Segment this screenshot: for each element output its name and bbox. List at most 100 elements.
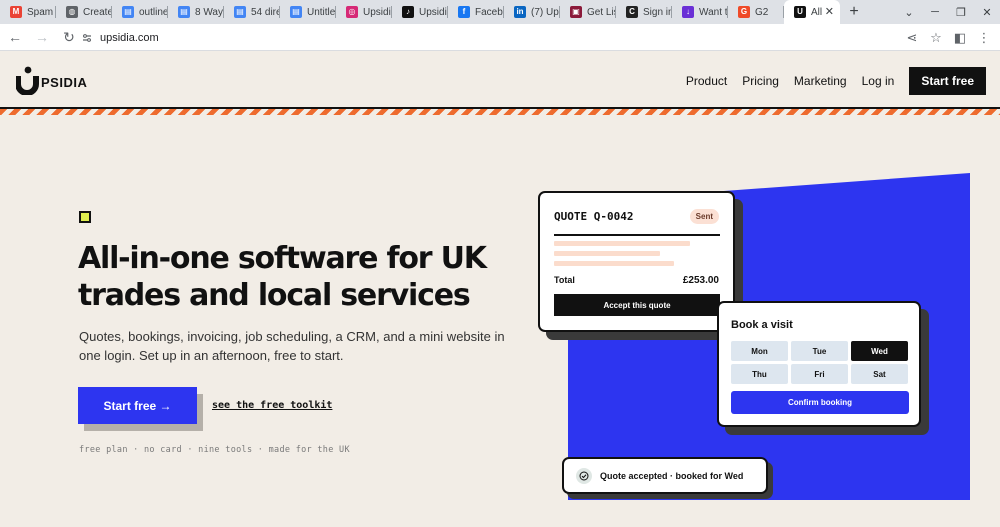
tab-label: Upsidi xyxy=(419,6,447,18)
tab-list: M Spam ◍ Create ▤ outline ▤ 8 Way ▤ 54 dire ▤ Untit… xyxy=(0,0,840,24)
tab-label: Sign in xyxy=(643,6,672,18)
confirm-booking-button[interactable]: Confirm booking xyxy=(731,391,909,414)
day-option-tue[interactable]: Tue xyxy=(791,341,848,361)
hero-footnote: free plan · no card · nine tools · made … xyxy=(79,445,350,455)
accept-quote-button[interactable]: Accept this quote xyxy=(554,294,720,316)
quote-title: QUOTE Q-0042 xyxy=(554,210,634,223)
docs-icon: ▤ xyxy=(122,6,134,18)
day-picker: Mon Tue Wed Thu Fri Sat xyxy=(731,341,910,384)
day-option-mon[interactable]: Mon xyxy=(731,341,788,361)
free-toolkit-link[interactable]: see the free toolkit xyxy=(212,400,332,411)
total-label: Total xyxy=(554,275,575,285)
docs-icon: ▤ xyxy=(234,6,246,18)
linkedin-icon: in xyxy=(514,6,526,18)
check-circle-icon xyxy=(576,468,592,484)
day-option-fri[interactable]: Fri xyxy=(791,364,848,384)
day-option-sat[interactable]: Sat xyxy=(851,364,908,384)
g2-icon: G xyxy=(738,6,750,18)
browser-tab[interactable]: ↓ Want t xyxy=(672,0,728,24)
tab-label: Untitle xyxy=(307,6,336,18)
c-icon: C xyxy=(626,6,638,18)
facebook-icon: f xyxy=(458,6,470,18)
total-value: £253.00 xyxy=(682,275,719,286)
docs-icon: ▤ xyxy=(178,6,190,18)
browser-tab[interactable]: C Sign in xyxy=(616,0,672,24)
nav-login[interactable]: Log in xyxy=(862,74,895,88)
side-panel-icon[interactable]: ◧ xyxy=(948,30,972,46)
window-controls: ⌄ ─ ❐ ✕ xyxy=(896,0,1000,24)
gmail-icon: M xyxy=(10,6,22,18)
nav-marketing[interactable]: Marketing xyxy=(794,74,847,88)
quote-line-placeholder xyxy=(554,251,660,256)
close-tab-icon[interactable]: ✕ xyxy=(825,5,834,18)
toolbar-actions: ⋖ ☆ ◧ ⋮ xyxy=(900,24,996,51)
status-badge: Sent xyxy=(689,209,719,224)
nav-pricing[interactable]: Pricing xyxy=(742,74,779,88)
tab-label: Get Lis xyxy=(587,6,616,18)
hero-start-free-button[interactable]: Start free → xyxy=(78,387,197,424)
confirmation-toast: Quote accepted · booked for Wed xyxy=(562,457,768,494)
new-tab-button[interactable]: + xyxy=(842,3,866,21)
hero-title: All-in-one software for UK trades and lo… xyxy=(78,241,487,313)
restore-icon[interactable]: ❐ xyxy=(948,6,974,19)
tab-label: Faceb xyxy=(475,6,503,18)
booking-title: Book a visit xyxy=(731,319,793,331)
back-icon[interactable]: ← xyxy=(3,29,27,45)
tab-label: Want t xyxy=(699,6,728,18)
tab-label: Upsidi xyxy=(363,6,391,18)
tab-label: Create xyxy=(83,6,112,18)
browser-tab-strip: M Spam ◍ Create ▤ outline ▤ 8 Way ▤ 54 dire ▤ Untit… xyxy=(0,0,1000,24)
site-info-icon[interactable] xyxy=(82,33,92,43)
booking-card: Book a visit Mon Tue Wed Thu Fri Sat Confirm … xyxy=(717,301,921,427)
tab-label: outline xyxy=(139,6,168,18)
main-nav: Product Pricing Marketing Log in Start f… xyxy=(686,67,986,95)
toast-text: Quote accepted · booked for Wed xyxy=(600,471,744,481)
tab-search-icon[interactable]: ⌄ xyxy=(896,6,922,19)
reload-icon[interactable]: ↻ xyxy=(57,29,81,46)
browser-tab[interactable]: G G2 xyxy=(728,0,784,24)
upsidia-logo[interactable]: PSIDIA xyxy=(16,64,87,96)
bookmark-star-icon[interactable]: ☆ xyxy=(924,30,948,46)
header-start-free-button[interactable]: Start free xyxy=(909,67,986,95)
tab-label: (7) Up xyxy=(531,6,559,18)
globe-icon: ◍ xyxy=(66,6,78,18)
url-text: upsidia.com xyxy=(100,31,159,44)
browser-tab[interactable]: ♪ Upsidi xyxy=(392,0,448,24)
hazard-stripe-divider xyxy=(0,107,1000,115)
quote-line-placeholder xyxy=(554,261,674,266)
tab-label: G2 xyxy=(755,6,769,18)
browser-tab[interactable]: ▤ outline xyxy=(112,0,168,24)
quote-divider xyxy=(554,234,720,236)
forward-icon[interactable]: → xyxy=(30,29,54,45)
browser-tab[interactable]: U All ✕ xyxy=(784,0,840,24)
download-icon: ↓ xyxy=(682,6,694,18)
browser-toolbar: ← → ↻ upsidia.com ⋖ ☆ ◧ ⋮ xyxy=(0,24,1000,51)
address-bar[interactable]: upsidia.com xyxy=(82,28,952,47)
browser-tab[interactable]: ▣ Get Lis xyxy=(560,0,616,24)
minimize-icon[interactable]: ─ xyxy=(922,6,948,18)
quote-line-placeholder xyxy=(554,241,690,246)
browser-tab[interactable]: ◍ Create xyxy=(56,0,112,24)
browser-tab[interactable]: ▤ Untitle xyxy=(280,0,336,24)
quote-card: QUOTE Q-0042 Sent Total £253.00 Accept t… xyxy=(538,191,735,332)
list-icon: ▣ xyxy=(570,6,582,18)
hero-subtitle: Quotes, bookings, invoicing, job schedul… xyxy=(79,329,505,363)
upsidia-icon: U xyxy=(794,6,806,18)
browser-tab[interactable]: in (7) Up xyxy=(504,0,560,24)
day-option-thu[interactable]: Thu xyxy=(731,364,788,384)
instagram-icon: ◎ xyxy=(346,6,358,18)
browser-tab[interactable]: M Spam xyxy=(0,0,56,24)
tab-label: 54 dire xyxy=(251,6,280,18)
logo-text: PSIDIA xyxy=(41,74,88,90)
tab-label: 8 Way xyxy=(195,6,223,18)
menu-kebab-icon[interactable]: ⋮ xyxy=(972,30,996,46)
browser-tab[interactable]: ▤ 8 Way xyxy=(168,0,224,24)
browser-tab[interactable]: ◎ Upsidi xyxy=(336,0,392,24)
nav-product[interactable]: Product xyxy=(686,74,727,88)
browser-tab[interactable]: ▤ 54 dire xyxy=(224,0,280,24)
share-icon[interactable]: ⋖ xyxy=(900,30,924,46)
close-window-icon[interactable]: ✕ xyxy=(974,6,1000,19)
day-option-wed[interactable]: Wed xyxy=(851,341,908,361)
site-header: PSIDIA Product Pricing Marketing Log in … xyxy=(0,51,1000,108)
browser-tab[interactable]: f Faceb xyxy=(448,0,504,24)
